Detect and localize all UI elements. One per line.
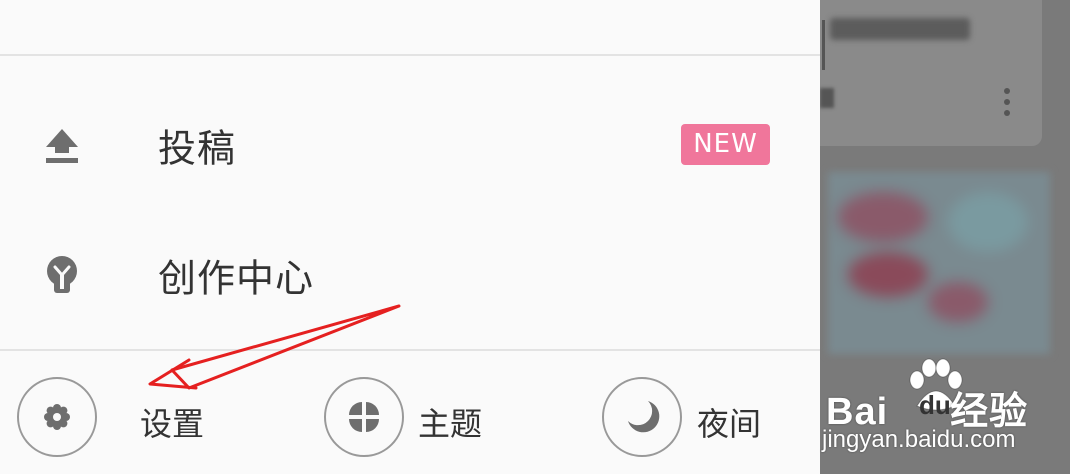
- more-icon: [1003, 88, 1011, 120]
- card-bar: [822, 20, 825, 70]
- annotation-arrow: [148, 304, 401, 390]
- feed-image: [828, 172, 1050, 354]
- watermark-du: du: [919, 390, 951, 420]
- navigation-drawer: 投稿 NEW 创作中心 设置 主题 夜间: [0, 0, 820, 474]
- feed-card: [820, 0, 1042, 146]
- watermark-url: jingyan.baidu.com: [822, 426, 1016, 453]
- baidu-watermark: Bai 经验 du jingyan.baidu.com: [820, 356, 1070, 474]
- card-title: [830, 18, 970, 40]
- card-char: [820, 88, 834, 108]
